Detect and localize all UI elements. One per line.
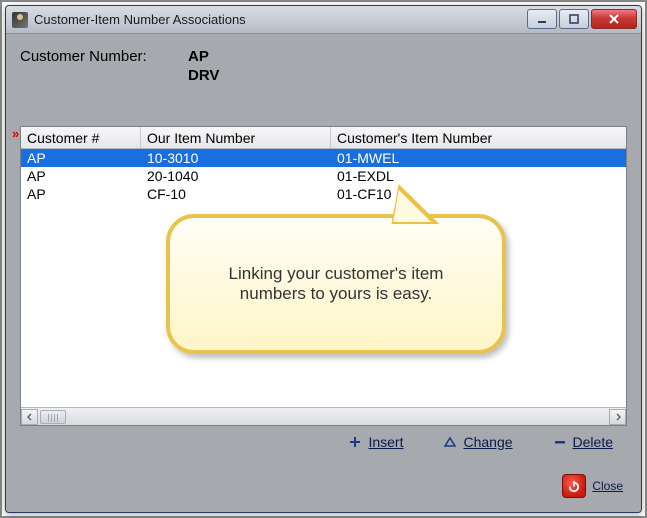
minus-icon xyxy=(553,435,567,449)
maximize-button[interactable] xyxy=(559,9,589,29)
table-row[interactable]: AP10-301001-MWEL xyxy=(21,149,626,167)
minimize-button[interactable] xyxy=(527,9,557,29)
app-icon xyxy=(12,12,28,28)
scroll-right-button[interactable] xyxy=(609,409,626,425)
scroll-left-button[interactable] xyxy=(21,409,38,425)
delete-label: Delete xyxy=(573,434,613,450)
cell-customer: AP xyxy=(21,167,141,185)
action-row: Insert Change Delete xyxy=(6,434,613,450)
titlebar[interactable]: Customer-Item Number Associations xyxy=(6,6,641,34)
col-header-customer-item[interactable]: Customer's Item Number xyxy=(331,127,626,148)
triangle-icon xyxy=(443,435,457,449)
dialog-window: Customer-Item Number Associations Custom… xyxy=(5,5,642,513)
current-row-marker-icon: » xyxy=(12,126,19,141)
customer-number-label: Customer Number: xyxy=(20,48,180,65)
window-title: Customer-Item Number Associations xyxy=(34,12,246,27)
cell-our-item: 20-1040 xyxy=(141,167,331,185)
cell-our-item: CF-10 xyxy=(141,185,331,203)
col-header-our-item[interactable]: Our Item Number xyxy=(141,127,331,148)
delete-button[interactable]: Delete xyxy=(553,434,613,450)
insert-label: Insert xyxy=(368,434,403,450)
callout-text: Linking your customer's item numbers to … xyxy=(200,264,472,304)
customer-number-value: AP xyxy=(188,48,209,65)
change-button[interactable]: Change xyxy=(443,434,512,450)
cell-our-item: 10-3010 xyxy=(141,149,331,167)
cell-customer-item: 01-EXDL xyxy=(331,167,626,185)
grid-header: Customer # Our Item Number Customer's It… xyxy=(21,127,626,149)
insert-button[interactable]: Insert xyxy=(348,434,403,450)
window-close-button[interactable] xyxy=(591,9,637,29)
customer-number-value-2: DRV xyxy=(188,67,627,84)
table-row[interactable]: AP20-104001-EXDL xyxy=(21,167,626,185)
power-icon xyxy=(562,474,586,498)
cell-customer: AP xyxy=(21,185,141,203)
client-area: Customer Number: AP DRV » Customer # Our… xyxy=(6,34,641,512)
help-callout: Linking your customer's item numbers to … xyxy=(166,214,506,354)
close-button[interactable]: Close xyxy=(562,474,623,498)
col-header-customer[interactable]: Customer # xyxy=(21,127,141,148)
cell-customer-item: 01-MWEL xyxy=(331,149,626,167)
cell-customer: AP xyxy=(21,149,141,167)
cell-customer-item: 01-CF10 xyxy=(331,185,626,203)
table-row[interactable]: APCF-1001-CF10 xyxy=(21,185,626,203)
change-label: Change xyxy=(463,434,512,450)
plus-icon xyxy=(348,435,362,449)
scroll-thumb[interactable] xyxy=(40,410,66,424)
close-label: Close xyxy=(592,479,623,493)
horizontal-scrollbar[interactable] xyxy=(21,407,626,425)
